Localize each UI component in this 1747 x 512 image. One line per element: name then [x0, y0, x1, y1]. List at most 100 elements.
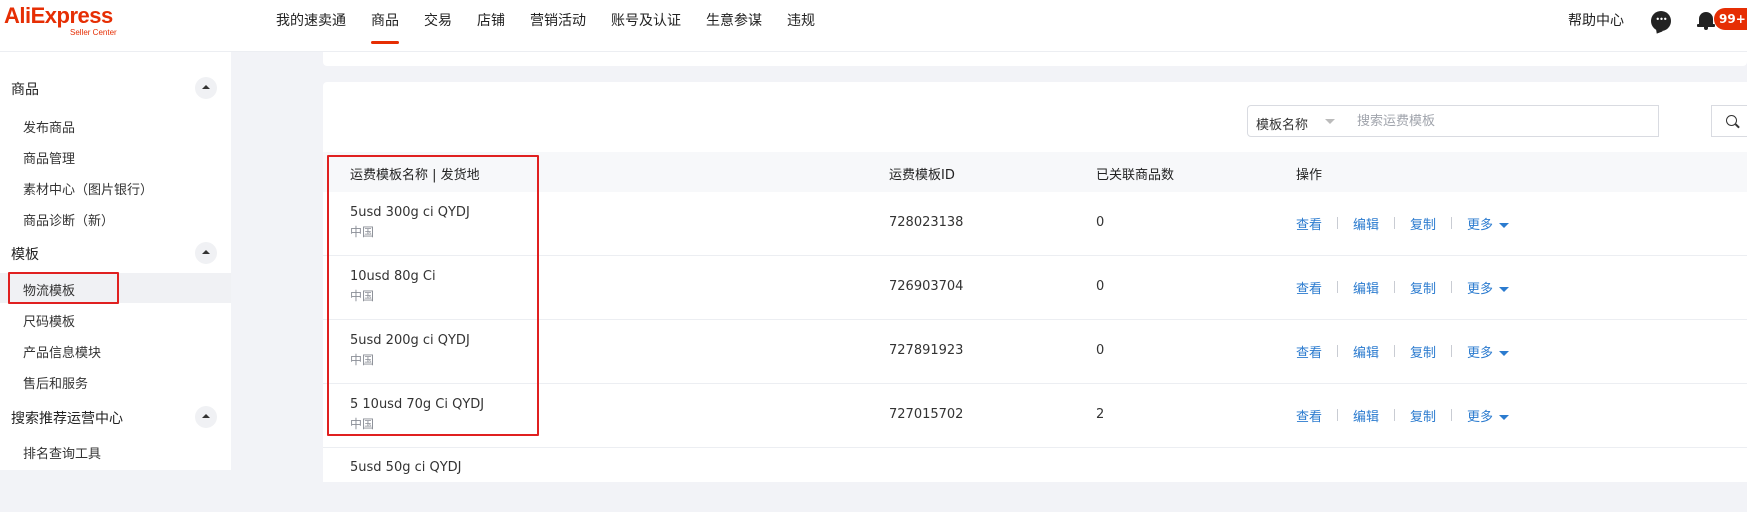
sidebar-item-product-diagnosis[interactable]: 商品诊断（新）: [0, 203, 231, 233]
divider: [1451, 281, 1453, 293]
bell-clapper: [1704, 27, 1708, 30]
sidebar-group-search-ops[interactable]: 搜索推荐运营中心: [0, 402, 231, 432]
copy-link[interactable]: 复制: [1410, 342, 1436, 361]
nav-item-my-aliexpress[interactable]: 我的速卖通: [276, 0, 346, 44]
divider: [1394, 281, 1396, 293]
divider: [1337, 281, 1339, 293]
copy-link[interactable]: 复制: [1410, 278, 1436, 297]
main-nav: 我的速卖通 商品 交易 店铺 营销活动 账号及认证 生意参谋 违规: [276, 0, 840, 52]
table-row: 10usd 80g Ci 中国 726903704 0 查看 编辑 复制 更多: [323, 256, 1747, 320]
ship-from: 中国: [350, 225, 375, 239]
top-navigation-bar: AliExpress Seller Center 我的速卖通 商品 交易 店铺 …: [0, 0, 1747, 52]
sidebar-item-size-template[interactable]: 尺码模板: [0, 304, 231, 334]
table-row: 5 10usd 70g Ci QYDJ 中国 727015702 2 查看 编辑…: [323, 384, 1747, 448]
nav-item-trade[interactable]: 交易: [424, 0, 452, 44]
divider: [1451, 345, 1453, 357]
chevron-down-icon: [1499, 414, 1510, 420]
sidebar-item-label: 商品诊断（新）: [23, 214, 115, 229]
ship-from: 中国: [350, 289, 375, 303]
divider: [1337, 345, 1339, 357]
edit-link[interactable]: 编辑: [1353, 278, 1379, 297]
bell-icon[interactable]: [1697, 11, 1715, 31]
template-name: 5 10usd 70g Ci QYDJ: [350, 397, 485, 412]
more-dropdown[interactable]: 更多: [1467, 278, 1510, 297]
more-label: 更多: [1467, 281, 1494, 297]
sidebar-item-ranking-tool[interactable]: 排名查询工具: [0, 436, 231, 466]
view-link[interactable]: 查看: [1296, 342, 1322, 361]
sidebar-group-products[interactable]: 商品: [0, 73, 231, 103]
template-id: 727015702: [889, 407, 964, 422]
top-card: [323, 52, 1747, 66]
divider: [1394, 217, 1396, 229]
search-field-select-value: 模板名称: [1256, 118, 1309, 133]
more-dropdown[interactable]: 更多: [1467, 342, 1510, 361]
chevron-down-icon: [1499, 350, 1510, 356]
sidebar-group-templates[interactable]: 模板: [0, 238, 231, 268]
search-icon: [1726, 115, 1737, 126]
search-field-select[interactable]: 模板名称: [1247, 105, 1349, 137]
template-search: 模板名称: [1247, 105, 1747, 137]
copy-link[interactable]: 复制: [1410, 406, 1436, 425]
sidebar-item-label: 素材中心（图片银行）: [23, 183, 154, 198]
more-dropdown[interactable]: 更多: [1467, 214, 1510, 233]
copy-link[interactable]: 复制: [1410, 214, 1436, 233]
aliexpress-logo[interactable]: AliExpress Seller Center: [4, 4, 124, 40]
ship-from: 中国: [350, 353, 375, 367]
row-actions: 查看 编辑 复制 更多: [1296, 406, 1510, 425]
nav-item-account[interactable]: 账号及认证: [611, 0, 681, 44]
notification-badge[interactable]: 99+: [1714, 8, 1747, 30]
sidebar-item-label: 售后和服务: [23, 377, 89, 392]
edit-link[interactable]: 编辑: [1353, 406, 1379, 425]
sidebar-item-label: 排名查询工具: [23, 447, 102, 462]
sidebar-group-label: 搜索推荐运营中心: [11, 411, 123, 427]
chevron-up-icon[interactable]: [195, 77, 217, 99]
edit-link[interactable]: 编辑: [1353, 214, 1379, 233]
chat-icon[interactable]: [1651, 11, 1671, 31]
sidebar-item-media-center[interactable]: 素材中心（图片银行）: [0, 172, 231, 202]
linked-product-count: 2: [1096, 407, 1105, 422]
chevron-down-icon: [1325, 119, 1335, 124]
view-link[interactable]: 查看: [1296, 214, 1322, 233]
linked-product-count: 0: [1096, 279, 1105, 294]
sidebar-item-label: 发布商品: [23, 121, 76, 136]
sidebar-item-product-management[interactable]: 商品管理: [0, 141, 231, 171]
template-name: 5usd 200g ci QYDJ: [350, 333, 470, 348]
table-row: 5usd 50g ci QYDJ: [323, 448, 1747, 512]
sidebar-item-product-info-module[interactable]: 产品信息模块: [0, 335, 231, 365]
template-id: 727891923: [889, 343, 964, 358]
table-row: 5usd 300g ci QYDJ 中国 728023138 0 查看 编辑 复…: [323, 192, 1747, 256]
row-actions: 查看 编辑 复制 更多: [1296, 278, 1510, 297]
view-link[interactable]: 查看: [1296, 278, 1322, 297]
sidebar-item-label: 产品信息模块: [23, 346, 102, 361]
template-name: 5usd 300g ci QYDJ: [350, 205, 470, 220]
search-input[interactable]: [1348, 105, 1659, 137]
template-id: 726903704: [889, 279, 964, 294]
more-dropdown[interactable]: 更多: [1467, 406, 1510, 425]
divider: [1451, 409, 1453, 421]
nav-item-products[interactable]: 商品: [371, 0, 399, 44]
sidebar-item-after-sales[interactable]: 售后和服务: [0, 366, 231, 396]
more-label: 更多: [1467, 409, 1494, 425]
linked-product-count: 0: [1096, 215, 1105, 230]
help-center-link[interactable]: 帮助中心: [1568, 0, 1624, 42]
chevron-down-icon: [1499, 222, 1510, 228]
template-name: 5usd 50g ci QYDJ: [350, 460, 462, 475]
nav-item-store[interactable]: 店铺: [477, 0, 505, 44]
search-button[interactable]: [1711, 105, 1747, 137]
column-header-operations: 操作: [1296, 168, 1323, 183]
sidebar-item-publish-product[interactable]: 发布商品: [0, 110, 231, 140]
nav-item-business-advisor[interactable]: 生意参谋: [706, 0, 762, 44]
edit-link[interactable]: 编辑: [1353, 342, 1379, 361]
chevron-up-icon[interactable]: [195, 242, 217, 264]
more-label: 更多: [1467, 217, 1494, 233]
nav-item-marketing[interactable]: 营销活动: [530, 0, 586, 44]
chevron-down-icon: [1499, 286, 1510, 292]
ship-from: 中国: [350, 417, 375, 431]
template-id: 728023138: [889, 215, 964, 230]
chevron-up-icon[interactable]: [195, 406, 217, 428]
divider: [1337, 217, 1339, 229]
row-actions: 查看 编辑 复制 更多: [1296, 214, 1510, 233]
sidebar-group-label: 商品: [11, 82, 39, 98]
nav-item-violations[interactable]: 违规: [787, 0, 815, 44]
view-link[interactable]: 查看: [1296, 406, 1322, 425]
